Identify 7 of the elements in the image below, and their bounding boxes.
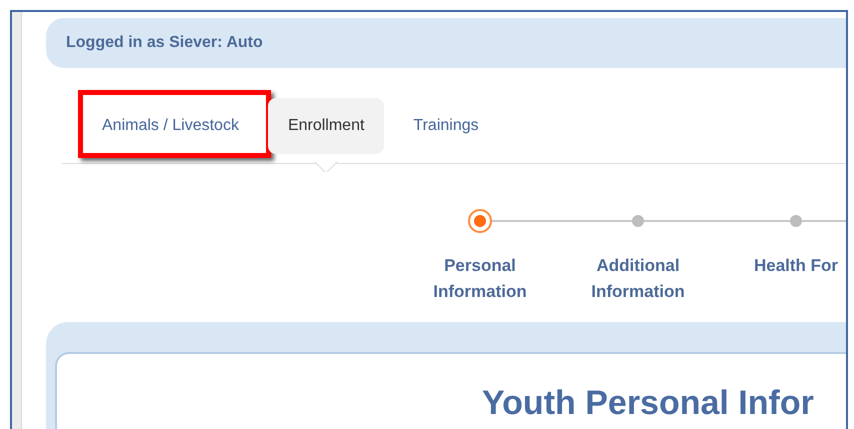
- step-label[interactable]: Personal Information: [405, 253, 555, 305]
- tab[interactable]: Trainings: [393, 98, 499, 154]
- login-status-text: Logged in as Siever: Auto: [66, 33, 263, 53]
- step-label[interactable]: Health For: [721, 253, 846, 279]
- tab[interactable]: Animals / Livestock: [82, 98, 259, 154]
- panel-title: Youth Personal Infor: [482, 383, 815, 424]
- step-label[interactable]: Additional Information: [563, 253, 713, 305]
